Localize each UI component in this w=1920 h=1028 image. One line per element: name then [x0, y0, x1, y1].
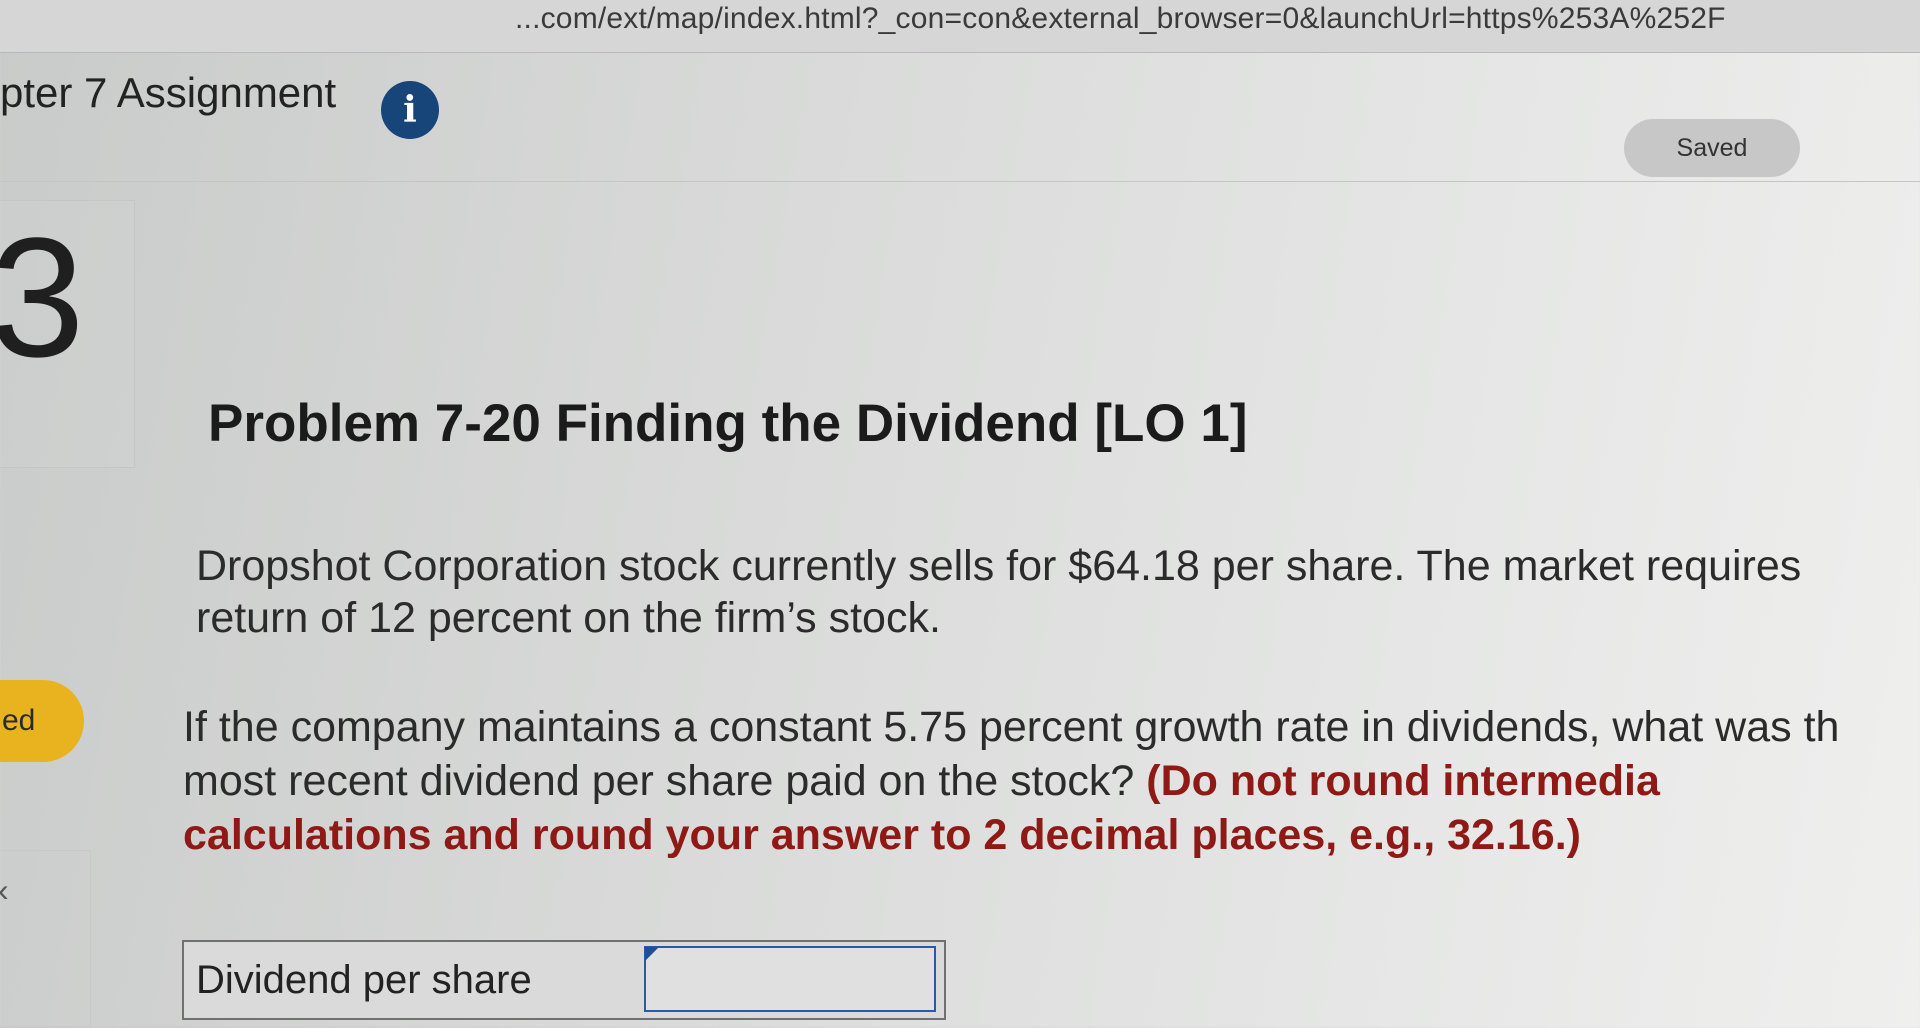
question-number-panel: 3 [0, 200, 135, 468]
answer-label: Dividend per share [196, 958, 532, 1002]
question-status-badge: ed [0, 680, 84, 762]
problem-question: If the company maintains a constant 5.75… [183, 700, 1920, 862]
assignment-title: pter 7 Assignment [0, 69, 337, 116]
previous-question-panel [0, 850, 91, 1028]
question-number: 3 [0, 203, 85, 393]
browser-url-bar[interactable]: ...com/ext/map/index.html?_con=con&exter… [0, 0, 1920, 53]
dividend-per-share-input[interactable] [644, 946, 936, 1012]
answer-table: Dividend per share [182, 940, 946, 1020]
url-text: ...com/ext/map/index.html?_con=con&exter… [515, 2, 1726, 35]
assignment-header: pter 7 Assignment i Saved [0, 53, 1920, 182]
info-icon[interactable]: i [381, 81, 439, 139]
problem-statement: Dropshot Corporation stock currently sel… [196, 542, 1802, 642]
saved-status-badge: Saved [1624, 119, 1800, 177]
chevron-left-icon[interactable]: ‹ [0, 872, 9, 909]
input-corner-marker-icon [645, 947, 659, 961]
problem-title: Problem 7-20 Finding the Dividend [LO 1] [208, 394, 1248, 453]
